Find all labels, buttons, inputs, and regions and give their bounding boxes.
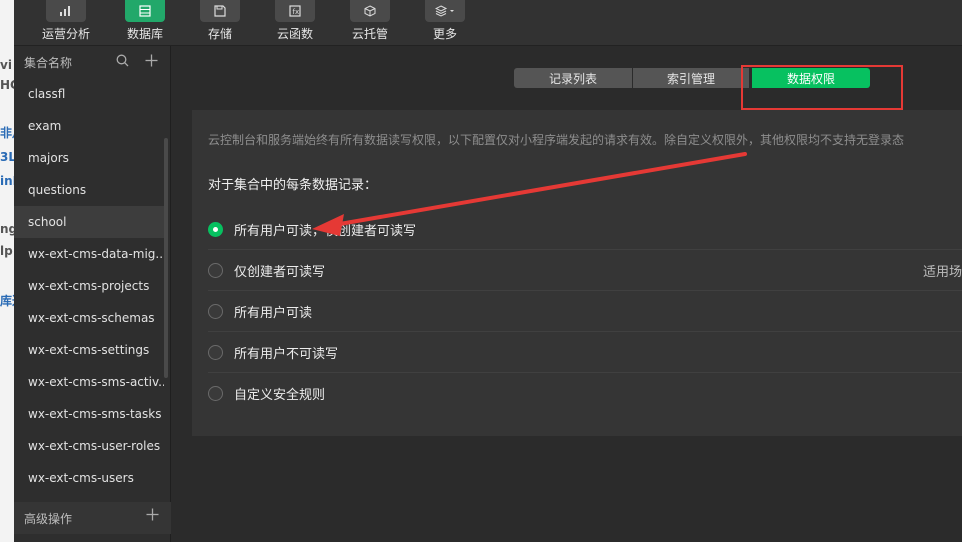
sidebar-title: 集合名称: [24, 55, 73, 70]
svg-text:fx: fx: [293, 8, 300, 16]
permission-option[interactable]: 所有用户不可读写: [208, 332, 962, 373]
collection-item[interactable]: wx-ext-cms-settings: [14, 334, 164, 366]
annotation-highlight-box: [741, 65, 903, 110]
toolbar-label: 云函数: [276, 27, 313, 41]
collection-list: classfl exam majors questions school wx-…: [14, 78, 170, 494]
radio-unchecked[interactable]: [208, 303, 223, 319]
permission-option-label: 所有用户可读，仅创建者可读写: [234, 223, 417, 239]
collection-item[interactable]: wx-ext-cms-user-roles: [14, 430, 164, 462]
toolbar-label: 数据库: [126, 27, 163, 41]
permission-option-hint: 适用场: [922, 264, 962, 280]
database-icon: [125, 0, 165, 22]
collection-item[interactable]: wx-ext-cms-schemas: [14, 302, 164, 334]
permission-option-label: 自定义安全规则: [234, 388, 326, 403]
radio-checked[interactable]: [208, 221, 223, 237]
search-icon[interactable]: [116, 54, 129, 70]
bar-chart-icon: [46, 0, 86, 22]
permission-option-label: 所有用户可读: [234, 305, 313, 321]
radio-unchecked[interactable]: [208, 386, 223, 401]
collection-item[interactable]: wx-ext-cms-projects: [14, 270, 164, 302]
toolbar-label: 更多: [432, 27, 457, 41]
collection-item[interactable]: classfl: [14, 78, 164, 110]
toolbar-cloud-function-button[interactable]: fx 云函数: [265, 0, 325, 46]
top-toolbar: 运营分析 数据库 存储 fx 云函数 云托管 更多: [14, 0, 962, 46]
layers-icon: [425, 0, 465, 22]
page-fragment: 库达: [0, 294, 14, 308]
permission-option[interactable]: 所有用户可读，仅创建者可读写: [208, 209, 962, 250]
collection-sidebar: 集合名称 classfl exam majors questions schoo…: [14, 46, 171, 542]
add-icon[interactable]: [146, 508, 159, 524]
permission-option[interactable]: 自定义安全规则: [208, 373, 962, 414]
collection-item[interactable]: majors: [14, 142, 164, 174]
toolbar-label: 云托管: [351, 27, 388, 41]
collection-item[interactable]: questions: [14, 174, 164, 206]
background-page-strip: vi HC 非月 3L inF ng lp 库达: [0, 0, 14, 542]
permission-option-label: 仅创建者可读写: [234, 264, 326, 280]
storage-icon: [200, 0, 240, 22]
permissions-panel: 云控制台和服务端始终有所有数据读写权限，以下配置仅对小程序端发起的请求有效。除自…: [192, 110, 962, 436]
permission-option[interactable]: 仅创建者可读写 适用场: [208, 250, 962, 291]
collection-item[interactable]: wx-ext-cms-users: [14, 462, 164, 494]
collection-item[interactable]: wx-ext-cms-data-mig...: [14, 238, 164, 270]
page-fragment: ng: [0, 222, 14, 236]
tab-records[interactable]: 记录列表: [514, 68, 632, 88]
cube-icon: [350, 0, 390, 22]
collection-item[interactable]: exam: [14, 110, 164, 142]
toolbar-database-button[interactable]: 数据库: [115, 0, 175, 46]
page-fragment: HC: [0, 78, 14, 92]
page-fragment: inF: [0, 174, 14, 188]
toolbar-label: 运营分析: [41, 27, 90, 41]
advanced-operations-label: 高级操作: [24, 511, 73, 526]
permission-option-label: 所有用户不可读写: [234, 346, 339, 362]
permissions-notice: 云控制台和服务端始终有所有数据读写权限，以下配置仅对小程序端发起的请求有效。除自…: [208, 133, 905, 147]
function-icon: fx: [275, 0, 315, 22]
page-fragment: 3L: [0, 150, 14, 164]
toolbar-more-button[interactable]: 更多: [415, 0, 475, 46]
collection-item[interactable]: wx-ext-cms-sms-activ...: [14, 366, 164, 398]
toolbar-label: 存储: [207, 27, 232, 41]
sidebar-header: 集合名称: [14, 46, 170, 78]
sidebar-scrollbar[interactable]: [164, 138, 168, 378]
section-title: 对于集合中的每条数据记录：: [208, 178, 378, 193]
collection-item[interactable]: wx-ext-cms-sms-tasks: [14, 398, 164, 430]
radio-unchecked[interactable]: [208, 344, 223, 360]
advanced-operations-header[interactable]: 高级操作: [14, 502, 171, 534]
page-fragment: 非月: [0, 126, 14, 140]
page-fragment: vi: [0, 58, 12, 72]
add-collection-icon[interactable]: [145, 54, 158, 70]
radio-unchecked[interactable]: [208, 262, 223, 278]
page-fragment: lp: [0, 244, 13, 258]
permission-option[interactable]: 所有用户可读: [208, 291, 962, 332]
toolbar-storage-button[interactable]: 存储: [190, 0, 250, 46]
toolbar-analytics-button[interactable]: 运营分析: [36, 0, 96, 46]
collection-item-selected[interactable]: school: [14, 206, 164, 238]
tab-index-management[interactable]: 索引管理: [633, 68, 749, 88]
toolbar-cloud-hosting-button[interactable]: 云托管: [340, 0, 400, 46]
